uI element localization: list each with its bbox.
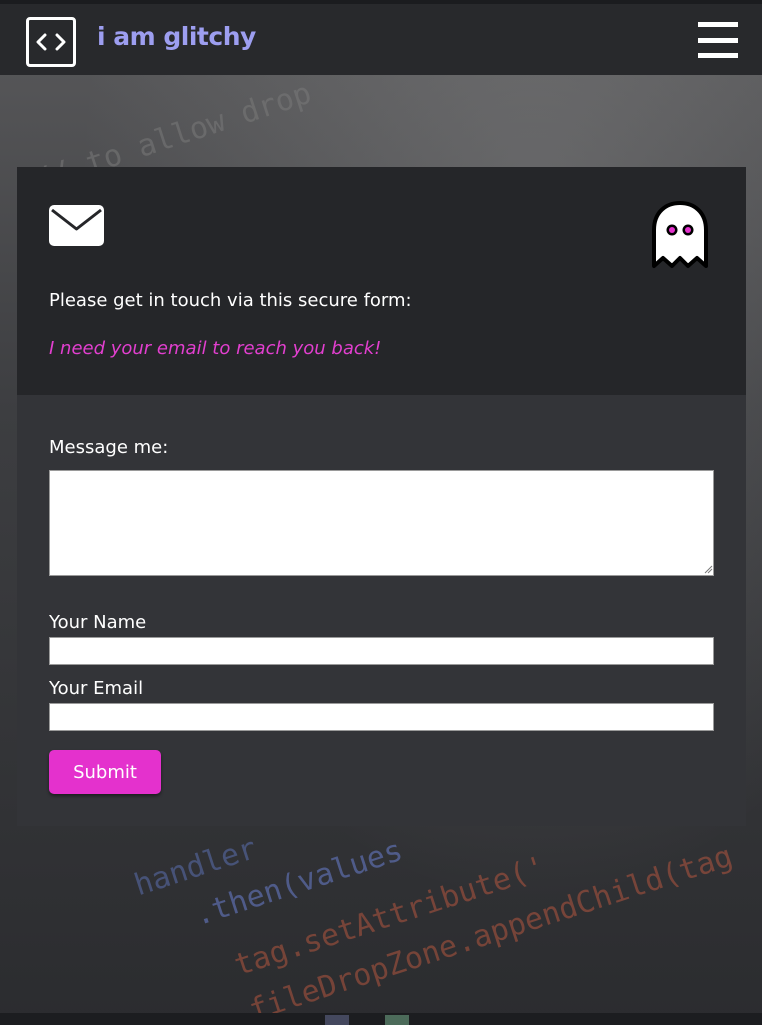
message-label: Message me: — [49, 437, 169, 458]
intro-text: Please get in touch via this secure form… — [49, 290, 412, 311]
message-textarea[interactable] — [49, 470, 714, 576]
name-input[interactable] — [49, 637, 714, 665]
contact-card: Please get in touch via this secure form… — [17, 167, 746, 826]
ghost-icon — [652, 201, 708, 268]
email-input[interactable] — [49, 703, 714, 731]
email-note: I need your email to reach you back! — [49, 338, 382, 359]
email-label: Your Email — [49, 678, 144, 699]
resize-grip-icon[interactable] — [703, 564, 713, 574]
code-brackets-icon[interactable] — [26, 17, 76, 67]
bottom-strip — [0, 1013, 762, 1025]
site-brand[interactable]: i am glitchy — [97, 22, 256, 51]
hamburger-menu-icon[interactable] — [698, 22, 738, 58]
submit-button[interactable]: Submit — [49, 750, 161, 794]
name-label: Your Name — [49, 612, 147, 633]
code-brackets-glyph — [36, 33, 66, 51]
contact-card-header: Please get in touch via this secure form… — [17, 167, 746, 395]
envelope-icon — [49, 205, 104, 246]
site-header: i am glitchy — [0, 4, 762, 75]
